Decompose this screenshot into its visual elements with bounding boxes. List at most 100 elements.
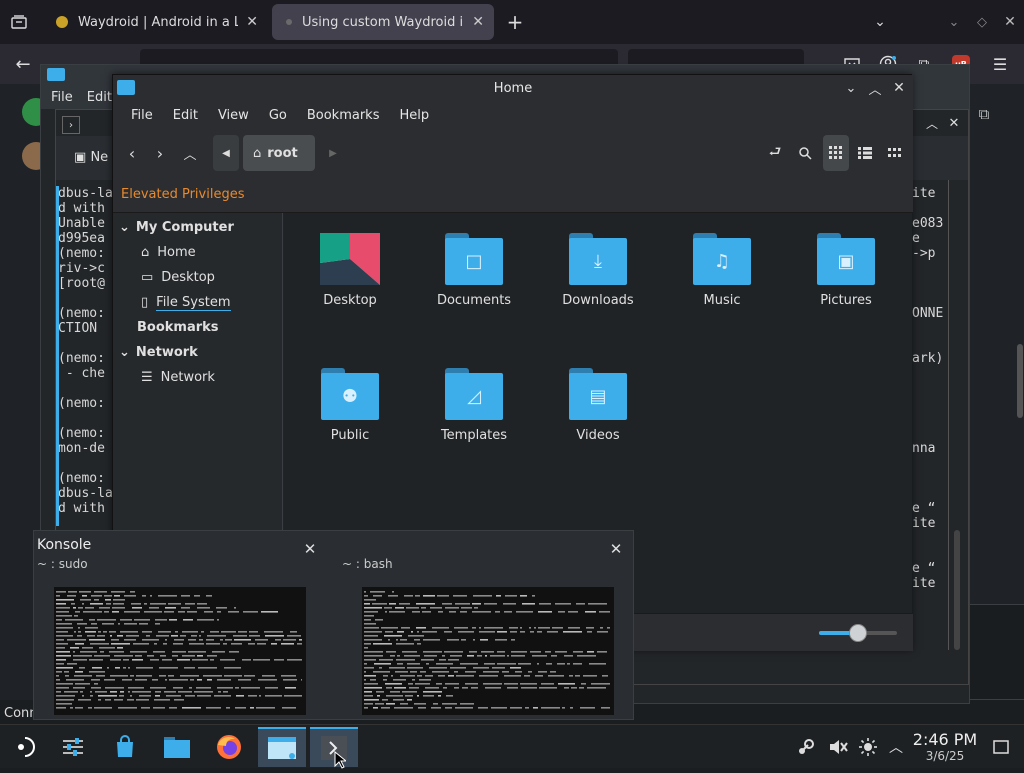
menu-view[interactable]: View [208, 108, 259, 123]
window-titlebar[interactable]: Home ⌄ ︿ ✕ [113, 75, 913, 101]
file-manager-icon[interactable] [156, 727, 198, 767]
list-view-icon[interactable] [855, 143, 875, 163]
icon-view-button[interactable] [823, 135, 849, 171]
menu-edit[interactable]: Edit [163, 108, 208, 123]
tab-close-icon[interactable]: ✕ [246, 14, 258, 30]
browser-tab-active[interactable]: Using custom Waydroid im ✕ [272, 4, 494, 40]
browser-tabbar: Waydroid | Android in a Li ✕ Using custo… [0, 0, 1024, 44]
terminal-text-line [411, 631, 413, 633]
popout-icon[interactable]: ⧉ [974, 104, 994, 124]
file-item-pictures[interactable]: ▣ Pictures [786, 233, 906, 308]
terminal-text-line [114, 595, 120, 597]
compact-view-icon[interactable] [885, 143, 905, 163]
konsole-menu-edit[interactable]: Edit [87, 90, 112, 105]
terminal-text-line [370, 591, 385, 593]
terminal-text-line [56, 707, 66, 709]
tab-close-icon[interactable]: ✕ [472, 14, 484, 30]
sidebar-item-home[interactable]: ⌂ Home [141, 240, 196, 265]
show-desktop-icon[interactable] [986, 727, 1016, 767]
sidebar-section-network[interactable]: ⌄ Network [119, 340, 198, 365]
page-scrollbar[interactable] [1017, 344, 1023, 418]
terminal-text-line [98, 631, 101, 633]
terminal-text-line [570, 707, 573, 709]
maximize-icon[interactable]: ◇ [972, 12, 992, 32]
terminal-text-line [155, 691, 161, 693]
terminal-text-line [552, 627, 563, 629]
file-item-videos[interactable]: ▤ Videos [538, 368, 658, 443]
new-tab-button[interactable]: + [504, 10, 526, 34]
nemo-task-icon[interactable] [258, 727, 306, 767]
menu-help[interactable]: Help [389, 108, 439, 123]
terminal-output[interactable]: dbus-la d with Unable d995ea (nemo: riv-… [58, 186, 114, 526]
close-icon[interactable]: ✕ [944, 114, 964, 132]
close-icon[interactable]: ✕ [889, 78, 909, 98]
settings-sliders-icon[interactable] [52, 727, 94, 767]
new-tab-button[interactable]: ▣ Ne [74, 150, 108, 165]
terminal-text-line [301, 679, 302, 681]
chevron-down-icon[interactable]: ⌄ [870, 12, 890, 32]
close-window-2-icon[interactable]: ✕ [606, 539, 626, 559]
tab-list-icon[interactable] [8, 12, 30, 32]
file-item-documents[interactable]: □ Documents [414, 233, 534, 308]
close-icon[interactable]: ✕ [1000, 12, 1020, 32]
terminal-text-line [223, 691, 228, 693]
file-item-desktop[interactable]: Desktop [290, 233, 410, 308]
forward-chevron-icon[interactable]: › [149, 141, 171, 165]
menu-file[interactable]: File [121, 108, 163, 123]
discover-store-icon[interactable] [104, 727, 146, 767]
chevron-right-icon[interactable]: › [62, 116, 80, 134]
browser-tab[interactable]: Waydroid | Android in a Li ✕ [46, 4, 268, 40]
terminal-text-line [450, 667, 466, 669]
terminal-text-line [563, 631, 582, 633]
terminal-text-line [255, 639, 268, 641]
search-icon[interactable] [795, 143, 815, 163]
sidebar-section-bookmarks[interactable]: Bookmarks [137, 315, 219, 340]
maximize-icon[interactable]: ︿ [865, 78, 885, 98]
minimize-icon[interactable]: ⌄ [944, 12, 964, 32]
menu-icon[interactable]: ☰ [990, 54, 1010, 74]
sidebar-section-my-computer[interactable]: ⌄ My Computer [119, 215, 234, 240]
terminal-text-line [400, 675, 415, 677]
terminal-scrollbar[interactable] [954, 530, 960, 650]
terminal-text-line [180, 675, 199, 677]
terminal-output-right[interactable]: ite e083 e ->p ONNE ark) nna e “ ite e “… [912, 186, 946, 606]
path-segment-root[interactable]: ⌂ root [243, 135, 315, 171]
up-chevron-icon[interactable]: ︿ [179, 141, 201, 165]
window-thumbnail-bash[interactable] [362, 587, 614, 715]
terminal-text-line [231, 643, 242, 645]
file-item-public[interactable]: ⚉ Public [290, 368, 410, 443]
terminal-text-line [94, 683, 98, 685]
terminal-text-line [166, 695, 181, 697]
back-arrow-icon[interactable]: ← [12, 53, 34, 75]
network-icon: ☰ [141, 370, 153, 385]
file-item-music[interactable]: ♫ Music [662, 233, 782, 308]
clock[interactable]: 2:46 PM 3/6/25 [910, 731, 980, 764]
sidebar-item-desktop[interactable]: ▭ Desktop [141, 265, 215, 290]
firefox-icon[interactable] [208, 727, 250, 767]
location-toggle-icon[interactable]: ⮐ [765, 143, 785, 163]
terminal-text-line [154, 699, 170, 701]
terminal-text-line [439, 659, 446, 661]
volume-muted-icon[interactable] [822, 727, 854, 767]
menu-bookmarks[interactable]: Bookmarks [297, 108, 390, 123]
back-chevron-icon[interactable]: ‹ [121, 141, 143, 165]
terminal-text-line [66, 679, 84, 681]
sidebar-item-file-system[interactable]: ▯ File System [141, 290, 231, 315]
path-right-button[interactable]: ▶ [321, 135, 345, 171]
minimize-icon[interactable]: ⌄ [841, 78, 861, 98]
konsole-menu-file[interactable]: File [51, 90, 73, 105]
sidebar-item-network[interactable]: ☰ Network [141, 365, 215, 390]
zoom-slider-handle[interactable] [849, 624, 867, 642]
terminal-text-line [204, 611, 213, 613]
zoom-slider[interactable] [819, 624, 897, 642]
file-item-templates[interactable]: ◿ Templates [414, 368, 534, 443]
path-left-button[interactable]: ◀ [213, 135, 239, 171]
menu-go[interactable]: Go [259, 108, 297, 123]
window-thumbnail-sudo[interactable] [54, 587, 306, 715]
close-window-1-icon[interactable]: ✕ [300, 539, 320, 559]
file-item-downloads[interactable]: ⤓ Downloads [538, 233, 658, 308]
app-launcher-icon[interactable] [4, 727, 46, 767]
chevron-up-icon[interactable]: ︿ [880, 727, 912, 767]
maximize-icon[interactable]: ︿ [922, 114, 942, 132]
steam-icon[interactable] [788, 727, 824, 767]
